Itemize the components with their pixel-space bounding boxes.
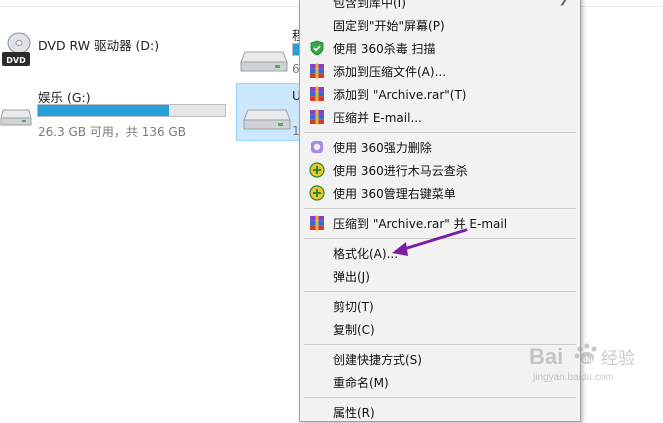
- winrar-icon: [310, 109, 324, 125]
- svg-text:Bai: Bai: [529, 344, 563, 369]
- 360-menu-icon: [309, 185, 325, 201]
- menu-item-label: 添加到压缩文件(A)...: [333, 65, 447, 79]
- menu-item-label: 使用 360强力删除: [333, 141, 432, 155]
- menu-item-360-trojan-scan[interactable]: 使用 360进行木马云查杀: [300, 159, 580, 181]
- menu-item-label: 格式化(A)...: [333, 247, 399, 261]
- dvd-drive[interactable]: DVD DVD RW 驱动器 (D:): [0, 26, 200, 76]
- selected-drive[interactable]: U 1: [236, 83, 301, 141]
- menu-separator: [304, 208, 576, 209]
- menu-item-label: 包含到库中(I): [333, 0, 406, 10]
- menu-item-format[interactable]: 格式化(A)...: [300, 242, 580, 264]
- menu-item-label: 剪切(T): [333, 300, 374, 314]
- menu-item-add-archive[interactable]: 添加到压缩文件(A)...: [300, 60, 580, 82]
- menu-item-label: 复制(C): [333, 323, 375, 337]
- menu-item-compress-rar-email[interactable]: 压缩到 "Archive.rar" 并 E-mail: [300, 212, 580, 234]
- baidu-logo: Bai du 经验 jingyan.baidu.com: [529, 343, 635, 383]
- menu-item-add-archive-rar[interactable]: 添加到 "Archive.rar"(T): [300, 83, 580, 105]
- baidu-watermark: Bai du 经验 jingyan.baidu.com: [527, 340, 657, 386]
- menu-separator: [304, 132, 576, 133]
- menu-item-label: 弹出(J): [333, 270, 370, 284]
- menu-item-pin-start[interactable]: 固定到"开始"屏幕(P): [300, 14, 580, 36]
- hard-drive-icon: [240, 51, 288, 72]
- 360-delete-icon: [311, 141, 323, 153]
- menu-item-compress-email[interactable]: 压缩并 E-mail...: [300, 106, 580, 128]
- hard-drive-icon: [0, 109, 32, 126]
- dvd-drive-name: DVD RW 驱动器 (D:): [38, 38, 160, 53]
- winrar-icon: [310, 63, 324, 79]
- menu-item-include-library[interactable]: 包含到库中(I) ❯: [300, 0, 580, 13]
- svg-text:经验: 经验: [601, 349, 635, 369]
- dvd-icon-label: DVD: [6, 56, 26, 65]
- menu-item-360-manage-menu[interactable]: 使用 360管理右键菜单: [300, 182, 580, 204]
- menu-item-label: 使用 360管理右键菜单: [333, 187, 456, 201]
- menu-item-360-force-delete[interactable]: 使用 360强力删除: [300, 136, 580, 158]
- svg-text:du: du: [583, 355, 593, 364]
- 360-cloud-icon: [309, 162, 325, 178]
- menu-item-label: 使用 360进行木马云查杀: [333, 164, 468, 178]
- winrar-icon: [310, 215, 324, 231]
- menu-item-eject[interactable]: 弹出(J): [300, 265, 580, 287]
- media-drive[interactable]: 娱乐 (G:) 26.3 GB 可用，共 136 GB: [0, 84, 230, 140]
- menu-item-properties[interactable]: 属性(R): [300, 401, 580, 423]
- hard-drive-icon: [243, 109, 291, 130]
- menu-item-label: 创建快捷方式(S): [333, 353, 422, 367]
- menu-item-label: 使用 360杀毒 扫描: [333, 42, 436, 56]
- dvd-drive-icon: DVD: [2, 32, 31, 66]
- menu-item-label: 固定到"开始"屏幕(P): [333, 19, 445, 33]
- menu-item-label: 属性(R): [333, 406, 375, 420]
- partial-drive-1[interactable]: 程 6: [240, 26, 305, 78]
- menu-item-label: 压缩到 "Archive.rar" 并 E-mail: [333, 217, 508, 231]
- menu-separator: [304, 291, 576, 292]
- menu-item-cut[interactable]: 剪切(T): [300, 295, 580, 317]
- menu-separator: [304, 238, 576, 239]
- menu-item-copy[interactable]: 复制(C): [300, 318, 580, 340]
- media-drive-usage-bar: [37, 104, 226, 117]
- shield-360-icon: [310, 40, 324, 56]
- winrar-icon: [310, 86, 324, 102]
- menu-item-label: 重命名(M): [333, 376, 389, 390]
- media-drive-free-space: 26.3 GB 可用，共 136 GB: [38, 125, 186, 139]
- media-drive-usage-fill: [38, 105, 169, 116]
- chevron-right-icon: ❯: [559, 0, 568, 6]
- svg-text:jingyan.baidu.com: jingyan.baidu.com: [532, 372, 614, 383]
- menu-item-label: 压缩并 E-mail...: [333, 111, 422, 125]
- menu-item-360-scan[interactable]: 使用 360杀毒 扫描: [300, 37, 580, 59]
- menu-separator: [304, 397, 576, 398]
- menu-item-label: 添加到 "Archive.rar"(T): [333, 88, 467, 102]
